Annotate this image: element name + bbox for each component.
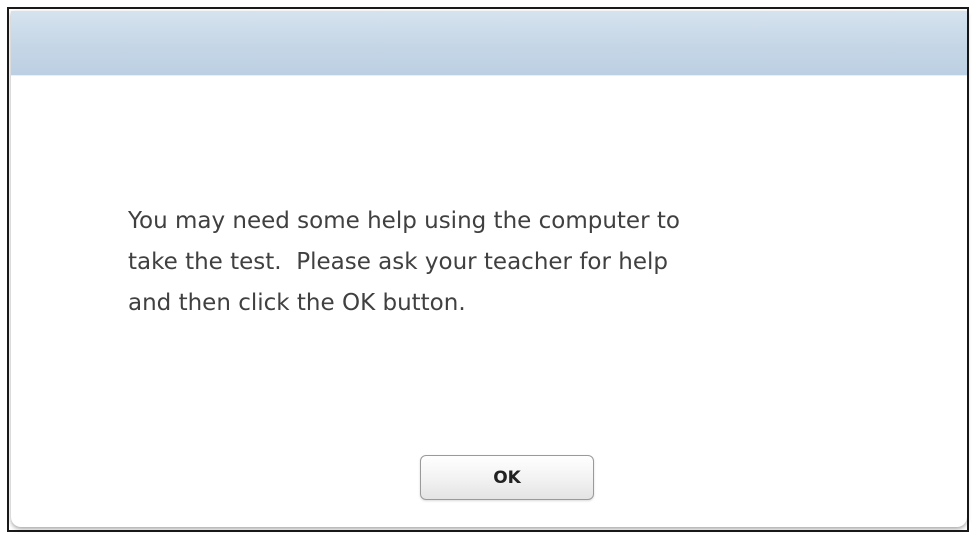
dialog-title-bar	[11, 11, 967, 76]
window-frame: You may need some help using the compute…	[7, 7, 969, 532]
dialog-message: You may need some help using the compute…	[128, 208, 680, 316]
ok-button[interactable]: OK	[420, 455, 594, 500]
help-dialog: You may need some help using the compute…	[11, 11, 967, 527]
